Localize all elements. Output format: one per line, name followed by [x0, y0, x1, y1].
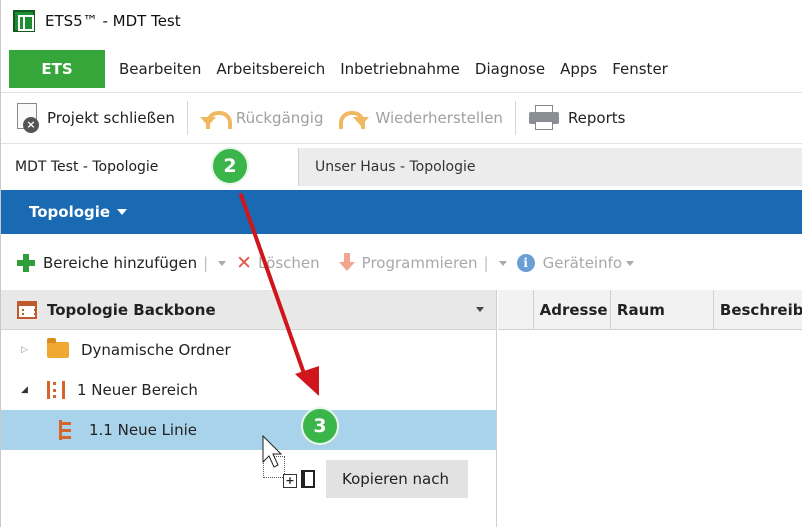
menu-diagnose[interactable]: Diagnose: [475, 60, 545, 78]
menu-ets[interactable]: ETS: [9, 50, 105, 88]
menu-inbetriebnahme[interactable]: Inbetriebnahme: [340, 60, 460, 78]
step-badge-2: 2: [211, 147, 249, 185]
area-icon: [47, 381, 65, 399]
tree-item-label: 1.1 Neue Linie: [89, 421, 198, 439]
plus-icon: [17, 254, 35, 272]
printer-icon: [528, 105, 560, 131]
column-adresse[interactable]: Adresse: [534, 289, 611, 330]
tree-item-label: 1 Neuer Bereich: [77, 381, 198, 399]
toolbar-separator: [514, 101, 516, 135]
menu-bearbeiten[interactable]: Bearbeiten: [119, 60, 201, 78]
tree-header-label: Topologie Backbone: [47, 300, 216, 319]
column-raum[interactable]: Raum: [611, 289, 714, 330]
ets5-window: ETS5™ - MDT Test ETS Bearbeiten Arbeitsb…: [0, 0, 802, 527]
add-areas-button[interactable]: Bereiche hinzufügen: [43, 254, 197, 272]
separator: |: [483, 254, 489, 272]
collapse-arrow-icon[interactable]: ◢: [21, 385, 33, 395]
line-icon: [59, 420, 73, 440]
program-button[interactable]: Programmieren: [362, 254, 478, 272]
drag-device-icon: [301, 470, 315, 488]
panel-title: Topologie: [29, 203, 111, 221]
delete-icon: ✕: [236, 252, 253, 274]
redo-icon: [339, 107, 370, 129]
column-spacer: [498, 289, 534, 330]
tree-item-neue-linie[interactable]: 1.1 Neue Linie: [1, 410, 496, 450]
undo-icon: [199, 107, 232, 129]
menu-arbeitsbereich[interactable]: Arbeitsbereich: [216, 60, 325, 78]
chevron-down-icon[interactable]: [476, 307, 484, 312]
tree-header[interactable]: Topologie Backbone: [1, 290, 496, 330]
undo-label: Rückgängig: [235, 109, 324, 127]
tree-item-neuer-bereich[interactable]: ◢ 1 Neuer Bereich: [1, 370, 496, 410]
tab-unser-haus-topologie[interactable]: Unser Haus - Topologie: [299, 148, 476, 186]
tree-item-label: Dynamische Ordner: [81, 341, 231, 359]
undo-button[interactable]: Rückgängig: [199, 107, 324, 129]
toolbar-separator: [186, 101, 188, 135]
menu-apps[interactable]: Apps: [560, 60, 597, 78]
window-title: ETS5™ - MDT Test: [45, 12, 181, 30]
toolbar: × Projekt schließen Rückgängig Wiederher…: [1, 92, 802, 144]
delete-button[interactable]: Löschen: [258, 254, 320, 272]
ets-app-icon: [13, 10, 35, 32]
close-project-label: Projekt schließen: [47, 109, 175, 127]
separator: |: [203, 254, 209, 272]
device-info-dropdown-icon[interactable]: [626, 260, 635, 266]
reports-button[interactable]: Reports: [528, 105, 626, 131]
expand-arrow-icon[interactable]: ▷: [21, 345, 33, 355]
reports-label: Reports: [567, 109, 626, 127]
close-document-icon: ×: [15, 103, 41, 133]
drag-tooltip-label: Kopieren nach: [342, 470, 449, 488]
title-bar: ETS5™ - MDT Test: [1, 0, 802, 42]
tab-mdt-test-topologie[interactable]: MDT Test - Topologie ×: [1, 148, 299, 186]
menu-fenster[interactable]: Fenster: [612, 60, 668, 78]
drag-tooltip: Kopieren nach: [326, 460, 468, 498]
close-project-button[interactable]: × Projekt schließen: [15, 103, 175, 133]
drag-outline: [263, 456, 285, 478]
chevron-down-icon: [117, 209, 128, 215]
info-icon: i: [516, 254, 535, 272]
device-info-button[interactable]: Geräteinfo: [543, 254, 622, 272]
tab-label: MDT Test - Topologie: [15, 159, 159, 175]
topologie-panel-header[interactable]: Topologie: [1, 190, 802, 234]
redo-label: Wiederherstellen: [375, 109, 503, 127]
folder-icon: [47, 338, 69, 358]
redo-button[interactable]: Wiederherstellen: [339, 107, 503, 129]
add-dropdown-icon[interactable]: [218, 260, 227, 266]
action-bar: Bereiche hinzufügen | ✕ Löschen Programm…: [1, 240, 802, 286]
document-tabs: MDT Test - Topologie × Unser Haus - Topo…: [1, 148, 802, 186]
topology-icon: [17, 300, 37, 319]
menu-bar: ETS Bearbeiten Arbeitsbereich Inbetriebn…: [1, 50, 802, 88]
program-download-icon: [338, 253, 356, 273]
table-header: Adresse Raum Beschreibung: [498, 289, 802, 330]
column-beschreibung[interactable]: Beschreibung: [714, 290, 802, 330]
device-table-panel: Adresse Raum Beschreibung: [498, 289, 802, 527]
program-dropdown-icon[interactable]: [498, 260, 507, 266]
copy-plus-icon: +: [283, 474, 297, 488]
step-badge-3: 3: [301, 407, 339, 445]
tree-item-dynamische-ordner[interactable]: ▷ Dynamische Ordner: [1, 330, 496, 370]
tab-label: Unser Haus - Topologie: [315, 159, 476, 175]
